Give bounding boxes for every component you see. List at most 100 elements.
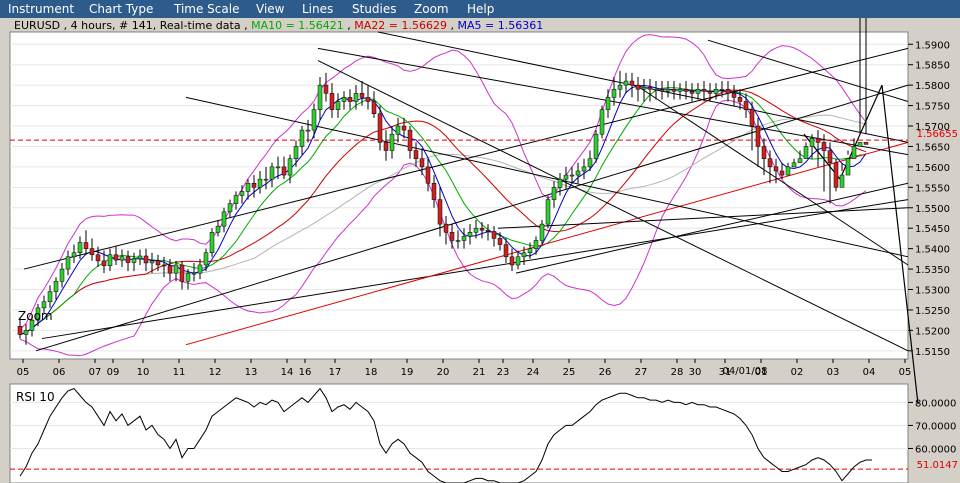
candle-body bbox=[617, 84, 623, 90]
candle-body bbox=[299, 129, 305, 147]
candle-body bbox=[533, 240, 539, 249]
candle-body bbox=[95, 254, 101, 262]
candle-body bbox=[575, 170, 581, 176]
rsi-tick-label: 70.0000 bbox=[915, 421, 956, 432]
time-tick-label: 02 bbox=[791, 367, 804, 378]
rsi-value-tag: 51.0147 bbox=[917, 460, 958, 471]
candle-body bbox=[425, 166, 431, 184]
candle-body bbox=[149, 260, 155, 264]
chart-workspace[interactable]: EURUSD , 4 hours, # 141, Real-time data … bbox=[0, 18, 960, 483]
time-tick-label: 13 bbox=[245, 367, 258, 378]
candle-body bbox=[311, 109, 317, 131]
time-tick-label: 05 bbox=[17, 367, 30, 378]
candle-body bbox=[161, 264, 167, 267]
candle-body bbox=[383, 142, 389, 151]
menu-chart-type[interactable]: Chart Type bbox=[89, 2, 153, 16]
menu-studies[interactable]: Studies bbox=[352, 2, 397, 16]
rsi-panel[interactable] bbox=[9, 383, 909, 483]
current-price-tag: 1.56655 bbox=[917, 129, 958, 140]
price-tick-label: 1.5400 bbox=[915, 245, 950, 256]
symbol-label: EURUSD , 4 hours, # 141, Real-time data bbox=[14, 19, 241, 32]
candle-body bbox=[815, 138, 821, 143]
zoom-label[interactable]: Zoom bbox=[18, 309, 53, 323]
candle-body bbox=[491, 231, 497, 239]
candle-body bbox=[737, 97, 743, 102]
candle-body bbox=[305, 129, 311, 132]
candle-body bbox=[245, 182, 251, 192]
candle-body bbox=[503, 244, 509, 258]
menu-view[interactable]: View bbox=[256, 2, 284, 16]
candle-body bbox=[473, 227, 479, 233]
candle-body bbox=[677, 88, 683, 92]
time-axis: 05 06 07 09 10 11 12 13 14 16 17 18 19 20 21 23 24 25 26 27… bbox=[17, 359, 911, 378]
candle-body bbox=[611, 88, 617, 98]
menu-bar: Instrument Chart Type Time Scale View Li… bbox=[0, 0, 960, 18]
time-tick-label: 09 bbox=[107, 367, 120, 378]
candle-body bbox=[449, 232, 455, 241]
price-tick-label: 1.5650 bbox=[915, 142, 950, 153]
time-tick-label: 19 bbox=[401, 367, 414, 378]
candle-body bbox=[431, 182, 437, 200]
rsi-tick-label: 60.0000 bbox=[915, 444, 956, 455]
candle-body bbox=[395, 125, 401, 135]
time-tick-label: 21 bbox=[473, 367, 486, 378]
price-tick-label: 1.5450 bbox=[915, 224, 950, 235]
candle-body bbox=[635, 84, 641, 90]
menu-help[interactable]: Help bbox=[467, 2, 494, 16]
candle-body bbox=[665, 88, 671, 92]
candle-body bbox=[785, 166, 791, 176]
candle-body bbox=[275, 166, 281, 169]
candle-body bbox=[551, 187, 557, 200]
candle-body bbox=[623, 80, 629, 86]
candle-body bbox=[437, 199, 443, 225]
time-tick-label: 30 bbox=[689, 367, 702, 378]
price-tick-label: 1.5850 bbox=[915, 61, 950, 72]
candle-body bbox=[593, 133, 599, 159]
time-tick-label: 03 bbox=[827, 367, 840, 378]
candle-body bbox=[791, 162, 797, 168]
candle-body bbox=[695, 88, 701, 94]
candle-body bbox=[599, 109, 605, 135]
candle-body bbox=[605, 97, 611, 110]
time-tick-label: 27 bbox=[635, 367, 648, 378]
candle-body bbox=[173, 264, 179, 274]
time-tick-label: 26 bbox=[599, 367, 612, 378]
candle-body bbox=[863, 142, 869, 145]
candle-body bbox=[227, 203, 233, 213]
candle-body bbox=[731, 93, 737, 98]
menu-zoom[interactable]: Zoom bbox=[414, 2, 449, 16]
candle-body bbox=[71, 252, 77, 258]
menu-lines[interactable]: Lines bbox=[302, 2, 333, 16]
candle-body bbox=[683, 88, 689, 92]
candle-body bbox=[143, 255, 149, 264]
candle-body bbox=[239, 191, 245, 196]
candle-body bbox=[197, 264, 203, 274]
menu-instrument[interactable]: Instrument bbox=[8, 2, 74, 16]
candle-body bbox=[101, 260, 107, 267]
candle-body bbox=[467, 232, 473, 237]
time-tick-label: 07 bbox=[89, 367, 102, 378]
candle-body bbox=[281, 166, 287, 176]
menu-time-scale[interactable]: Time Scale bbox=[174, 2, 239, 16]
price-tick-label: 1.5250 bbox=[915, 306, 950, 317]
candle-body bbox=[701, 88, 707, 92]
candle-body bbox=[365, 97, 371, 102]
candle-body bbox=[713, 88, 719, 94]
candle-body bbox=[389, 133, 395, 151]
candle-body bbox=[743, 101, 749, 110]
candle-body bbox=[839, 174, 845, 188]
time-tick-label: 04 bbox=[863, 367, 876, 378]
candle-body bbox=[23, 330, 29, 335]
candle-body bbox=[521, 252, 527, 258]
candle-body bbox=[371, 101, 377, 115]
candle-body bbox=[329, 93, 335, 110]
price-tick-label: 1.5200 bbox=[915, 326, 950, 337]
candle-body bbox=[653, 88, 659, 91]
price-tick-label: 1.5800 bbox=[915, 81, 950, 92]
candle-body bbox=[251, 182, 257, 188]
time-tick-label: 11 bbox=[173, 367, 186, 378]
candle-body bbox=[821, 142, 827, 151]
price-tick-label: 1.5150 bbox=[915, 347, 950, 358]
candle-body bbox=[83, 242, 89, 249]
candle-body bbox=[641, 86, 647, 90]
